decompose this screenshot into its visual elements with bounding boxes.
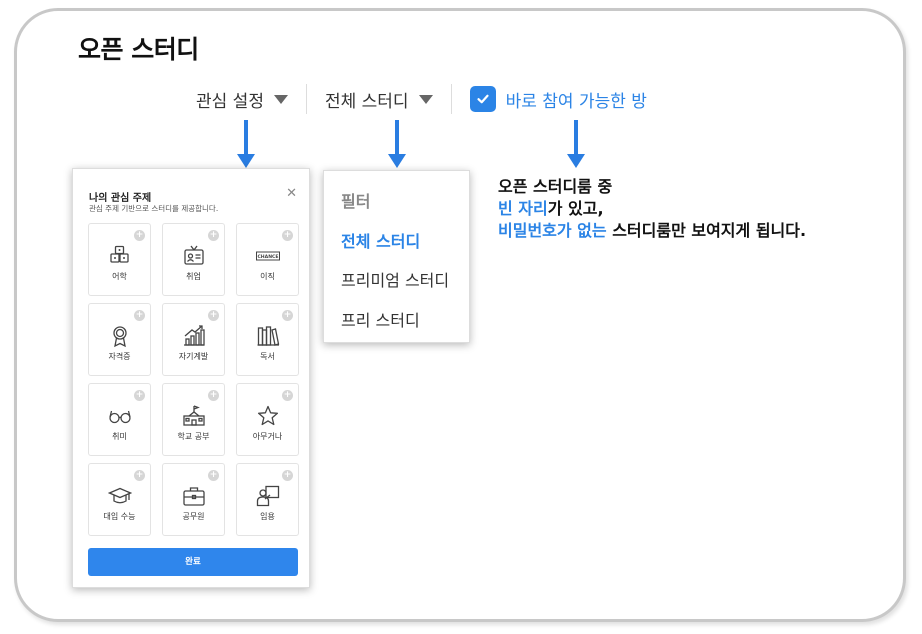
interest-panel: 나의 관심 주제 관심 주제 기반으로 스터디를 제공합니다. ✕ + 어학 +… bbox=[72, 168, 310, 588]
chance-sign-icon: CHANCE bbox=[255, 251, 280, 261]
id-badge-icon bbox=[183, 245, 204, 265]
filter-divider bbox=[305, 84, 307, 114]
dice-icon bbox=[109, 245, 129, 263]
interest-tile-label: 아무거나 bbox=[252, 432, 283, 441]
medal-icon bbox=[112, 326, 127, 348]
briefcase-icon bbox=[182, 487, 205, 506]
plus-icon[interactable]: + bbox=[134, 230, 145, 241]
annotation-note: 오픈 스터디룸 중 빈 자리가 있고, 비밀번호가 없는 스터디룸만 보여지게 … bbox=[498, 176, 806, 242]
interest-tile-label: 학교 공부 bbox=[177, 432, 210, 441]
study-type-dropdown: 필터 전체 스터디 프리미엄 스터디 프리 스터디 bbox=[323, 170, 470, 343]
note-text: 스터디룸만 보여지게 됩니다. bbox=[606, 221, 807, 240]
available-room-label: 바로 참여 가능한 방 bbox=[505, 91, 647, 112]
done-button[interactable]: 완료 bbox=[88, 548, 298, 576]
note-line-1: 오픈 스터디룸 중 bbox=[498, 177, 613, 196]
caret-down-icon bbox=[273, 94, 288, 104]
star-icon bbox=[257, 405, 278, 426]
interest-tile-label: 공무원 bbox=[182, 512, 205, 521]
plus-icon[interactable]: + bbox=[208, 470, 219, 481]
interest-tile[interactable]: + 자기계발 bbox=[162, 303, 225, 376]
interest-tile[interactable]: + 대입 수능 bbox=[88, 463, 151, 536]
interest-filter-select[interactable]: 관심 설정 bbox=[196, 87, 288, 112]
plus-icon[interactable]: + bbox=[282, 470, 293, 481]
interest-tile[interactable]: + 자격증 bbox=[88, 303, 151, 376]
arrow-down-icon bbox=[567, 120, 585, 168]
interest-tile[interactable]: + 공무원 bbox=[162, 463, 225, 536]
panel-subtitle: 관심 주제 기반으로 스터디를 제공합니다. bbox=[89, 204, 219, 213]
plus-icon[interactable]: + bbox=[134, 310, 145, 321]
interest-tile[interactable]: + 임용 bbox=[236, 463, 299, 536]
dropdown-header: 필터 bbox=[341, 192, 371, 211]
note-line-3: 비밀번호가 없는 스터디룸만 보여지게 됩니다. bbox=[498, 220, 806, 242]
interest-tile-label: 자기계발 bbox=[178, 352, 209, 361]
filter-divider bbox=[450, 84, 452, 114]
interest-tile-label: 임용 bbox=[260, 512, 275, 521]
teacher-icon bbox=[256, 485, 279, 507]
interest-tile-label: 대입 수능 bbox=[103, 512, 136, 521]
interest-grid: + 어학 + 취업 + CHANCE 이직 + 자격증 + 자기계발 + 독서 … bbox=[88, 223, 299, 536]
interest-tile[interactable]: + 독서 bbox=[236, 303, 299, 376]
interest-tile[interactable]: + CHANCE 이직 bbox=[236, 223, 299, 296]
svg-text:CHANCE: CHANCE bbox=[257, 254, 278, 260]
interest-tile[interactable]: + 아무거나 bbox=[236, 383, 299, 456]
dropdown-item-premium-study[interactable]: 프리미엄 스터디 bbox=[341, 267, 449, 291]
note-line-2: 빈 자리가 있고, bbox=[498, 198, 806, 220]
plus-icon[interactable]: + bbox=[134, 390, 145, 401]
glasses-icon bbox=[108, 410, 131, 424]
plus-icon[interactable]: + bbox=[282, 390, 293, 401]
interest-tile[interactable]: + 취미 bbox=[88, 383, 151, 456]
plus-icon[interactable]: + bbox=[282, 230, 293, 241]
note-highlight-empty-seat: 빈 자리 bbox=[498, 199, 548, 218]
interest-tile-label: 어학 bbox=[112, 272, 127, 281]
interest-tile-label: 이직 bbox=[260, 272, 275, 281]
caret-down-icon bbox=[418, 94, 433, 104]
interest-tile[interactable]: + 학교 공부 bbox=[162, 383, 225, 456]
plus-icon[interactable]: + bbox=[134, 470, 145, 481]
interest-tile[interactable]: + 취업 bbox=[162, 223, 225, 296]
interest-tile[interactable]: + 어학 bbox=[88, 223, 151, 296]
study-type-label: 전체 스터디 bbox=[324, 91, 409, 112]
interest-tile-label: 독서 bbox=[260, 352, 275, 361]
plus-icon[interactable]: + bbox=[208, 230, 219, 241]
arrow-down-icon bbox=[237, 120, 255, 168]
interest-tile-label: 자격증 bbox=[108, 352, 131, 361]
note-text: 가 있고, bbox=[547, 199, 604, 218]
checkmark-icon[interactable] bbox=[469, 86, 496, 112]
close-icon[interactable]: ✕ bbox=[286, 187, 297, 200]
school-icon bbox=[182, 405, 205, 426]
growth-chart-icon bbox=[183, 325, 205, 346]
arrow-down-icon bbox=[388, 120, 406, 168]
filter-bar: 관심 설정 전체 스터디 바로 참여 가능한 방 bbox=[196, 84, 647, 114]
dropdown-item-free-study[interactable]: 프리 스터디 bbox=[341, 307, 420, 331]
available-room-checkbox[interactable]: 바로 참여 가능한 방 bbox=[469, 86, 647, 112]
panel-title: 나의 관심 주제 bbox=[89, 193, 152, 204]
plus-icon[interactable]: + bbox=[208, 310, 219, 321]
interest-tile-label: 취미 bbox=[112, 432, 127, 441]
plus-icon[interactable]: + bbox=[208, 390, 219, 401]
graduation-cap-icon bbox=[107, 487, 132, 504]
interest-filter-label: 관심 설정 bbox=[196, 91, 264, 112]
study-type-select[interactable]: 전체 스터디 bbox=[325, 87, 433, 112]
interest-tile-label: 취업 bbox=[186, 272, 201, 281]
plus-icon[interactable]: + bbox=[282, 310, 293, 321]
note-highlight-no-password: 비밀번호가 없는 bbox=[498, 221, 607, 240]
page-title: 오픈 스터디 bbox=[78, 35, 199, 64]
dropdown-item-all-study[interactable]: 전체 스터디 bbox=[341, 228, 420, 252]
books-icon bbox=[257, 326, 279, 346]
